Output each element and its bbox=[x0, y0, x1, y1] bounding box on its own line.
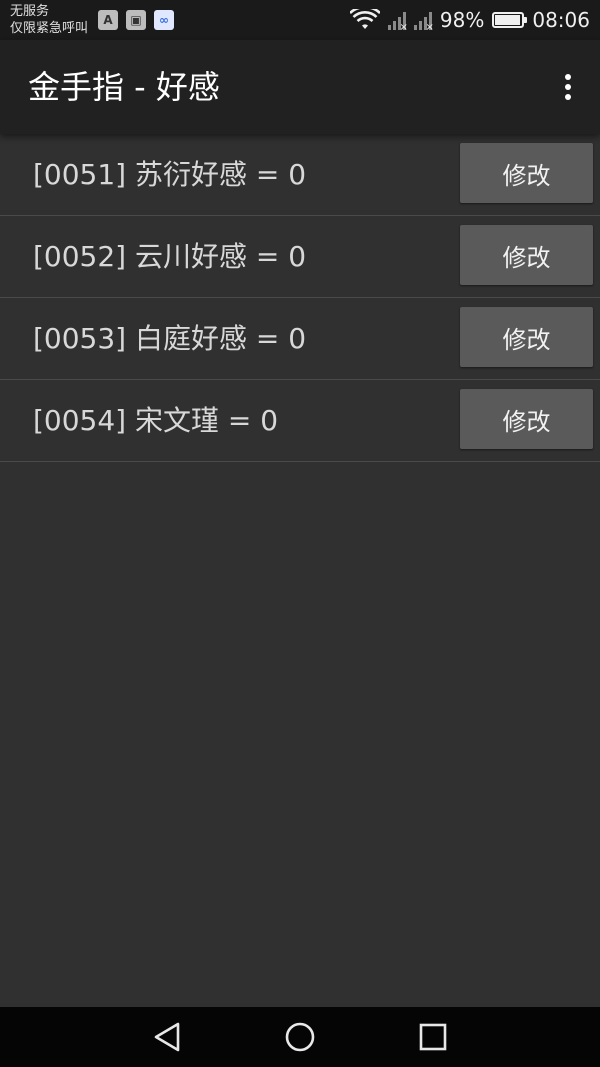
clock: 08:06 bbox=[532, 8, 590, 32]
signal-sim2-icon: × bbox=[413, 10, 434, 33]
carrier-line-2: 仅限紧急呼叫 bbox=[10, 21, 89, 36]
wifi-icon bbox=[349, 9, 380, 29]
item-label: [0054] 宋文瑾 = 0 bbox=[33, 404, 279, 437]
image-icon: ▣ bbox=[126, 10, 146, 30]
item-label: [0052] 云川好感 = 0 bbox=[33, 240, 307, 273]
list-item: [0051] 苏衍好感 = 0 修改 bbox=[0, 134, 600, 216]
carrier-line-1: 无服务 bbox=[10, 4, 50, 19]
list-item: [0052] 云川好感 = 0 修改 bbox=[0, 216, 600, 298]
notification-icons: A ▣ ∞ bbox=[98, 10, 174, 30]
item-label: [0053] 白庭好感 = 0 bbox=[33, 322, 307, 355]
home-icon[interactable] bbox=[280, 1017, 320, 1057]
status-bar: 无服务 仅限紧急呼叫 A ▣ ∞ × × 98% 08:06 bbox=[0, 0, 600, 40]
page-title: 金手指 - 好感 bbox=[28, 68, 220, 106]
recents-icon[interactable] bbox=[413, 1017, 453, 1057]
carrier-status: 无服务 仅限紧急呼叫 bbox=[10, 3, 88, 37]
battery-percent: 98% bbox=[439, 8, 485, 32]
status-right: × × 98% 08:06 bbox=[349, 0, 590, 40]
modify-button[interactable]: 修改 bbox=[460, 307, 593, 367]
back-icon[interactable] bbox=[147, 1017, 187, 1057]
item-label: [0051] 苏衍好感 = 0 bbox=[33, 158, 307, 191]
modify-button[interactable]: 修改 bbox=[460, 389, 593, 449]
modify-button[interactable]: 修改 bbox=[460, 143, 593, 203]
modify-button[interactable]: 修改 bbox=[460, 225, 593, 285]
list-item: [0053] 白庭好感 = 0 修改 bbox=[0, 298, 600, 380]
app-a-icon: A bbox=[98, 10, 118, 30]
cheat-list: [0051] 苏衍好感 = 0 修改 [0052] 云川好感 = 0 修改 [0… bbox=[0, 134, 600, 462]
overflow-menu-icon[interactable] bbox=[554, 70, 582, 104]
baidu-icon: ∞ bbox=[154, 10, 174, 30]
battery-icon bbox=[492, 12, 528, 28]
signal-sim1-icon: × bbox=[387, 10, 408, 33]
battery-fill bbox=[495, 15, 521, 25]
app-bar: 金手指 - 好感 bbox=[0, 40, 600, 134]
list-item: [0054] 宋文瑾 = 0 修改 bbox=[0, 380, 600, 462]
navigation-bar bbox=[0, 1007, 600, 1067]
